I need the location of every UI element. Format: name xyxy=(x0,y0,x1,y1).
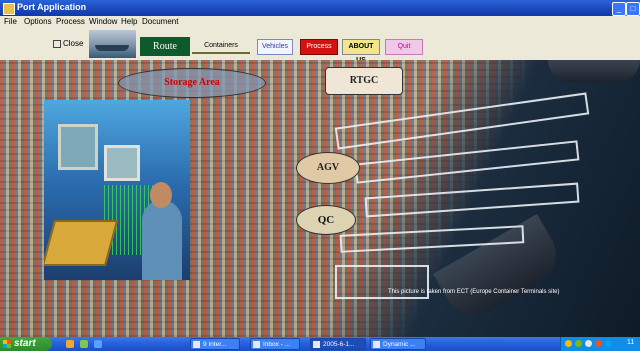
task-label: Inbox - ... xyxy=(263,341,291,348)
minimize-icon[interactable]: _ xyxy=(612,2,626,16)
process-button[interactable]: Process xyxy=(300,39,338,55)
tray-icon[interactable] xyxy=(565,340,572,347)
operator-image xyxy=(44,100,190,280)
vehicles-button[interactable]: Vehicles xyxy=(257,39,293,55)
about-us-button[interactable]: ABOUT US xyxy=(342,39,380,64)
app-task-icon xyxy=(373,341,380,348)
task-inter[interactable]: 9 Inter... xyxy=(190,338,240,350)
close-button[interactable]: Close xyxy=(50,38,86,50)
menu-process[interactable]: Process xyxy=(56,17,85,26)
tray-icon[interactable] xyxy=(605,340,612,347)
task-label: 9 Inter... xyxy=(203,341,227,348)
ship-top xyxy=(548,60,640,82)
image-caption: This picture is taken from ECT (Europe C… xyxy=(388,289,560,295)
ie-icon[interactable] xyxy=(94,340,102,348)
tray-icon[interactable] xyxy=(575,340,582,347)
app-icon xyxy=(3,3,15,15)
restore-icon[interactable]: □ xyxy=(626,2,640,16)
menu-bar: File Options Process Window Help Documen… xyxy=(0,16,640,28)
folder-icon[interactable] xyxy=(66,340,74,348)
task-document[interactable]: 2005-6-1... xyxy=(310,338,366,350)
start-label: start xyxy=(14,338,36,349)
ship-thumbnail xyxy=(89,30,136,58)
close-icon xyxy=(53,39,61,48)
clock: 11 xyxy=(627,339,635,346)
qc-button[interactable]: QC xyxy=(296,205,356,235)
storage-area-button[interactable]: Storage Area xyxy=(118,68,266,98)
start-button[interactable]: start xyxy=(0,337,52,351)
tray-icon[interactable] xyxy=(585,340,592,347)
close-label: Close xyxy=(63,39,84,48)
agv-button[interactable]: AGV xyxy=(296,152,360,184)
taskbar: start 9 Inter... Inbox - ... 2005-6-1...… xyxy=(0,337,640,351)
menu-options[interactable]: Options xyxy=(24,17,52,26)
tab-containers[interactable]: Containers xyxy=(192,40,250,54)
toolbar: Close Route Containers Vehicles Process … xyxy=(0,28,640,64)
menu-window[interactable]: Window xyxy=(89,17,117,26)
task-dynamic[interactable]: Dynamic ... xyxy=(370,338,426,350)
task-label: 2005-6-1... xyxy=(323,341,355,348)
window-title: Port Application xyxy=(17,2,87,12)
menu-file[interactable]: File xyxy=(4,17,17,26)
windows-logo-icon xyxy=(3,340,11,348)
crane-2 xyxy=(354,140,580,184)
quicklaunch-icon[interactable] xyxy=(80,340,88,348)
task-icon xyxy=(193,341,200,348)
task-label: Dynamic ... xyxy=(383,341,416,348)
mail-icon xyxy=(253,341,260,348)
crane-3 xyxy=(364,182,580,218)
tab-route[interactable]: Route xyxy=(140,37,190,56)
quit-button[interactable]: Quit xyxy=(385,39,423,55)
title-bar: Port Application _ □ xyxy=(0,0,640,16)
document-icon xyxy=(313,341,320,348)
task-inbox[interactable]: Inbox - ... xyxy=(250,338,300,350)
menu-document[interactable]: Document xyxy=(142,17,178,26)
tray-icon[interactable] xyxy=(595,340,602,347)
crane-1 xyxy=(334,92,590,150)
menu-help[interactable]: Help xyxy=(121,17,137,26)
rtgc-button[interactable]: RTGC xyxy=(325,67,403,95)
system-tray: 11 xyxy=(560,337,640,351)
